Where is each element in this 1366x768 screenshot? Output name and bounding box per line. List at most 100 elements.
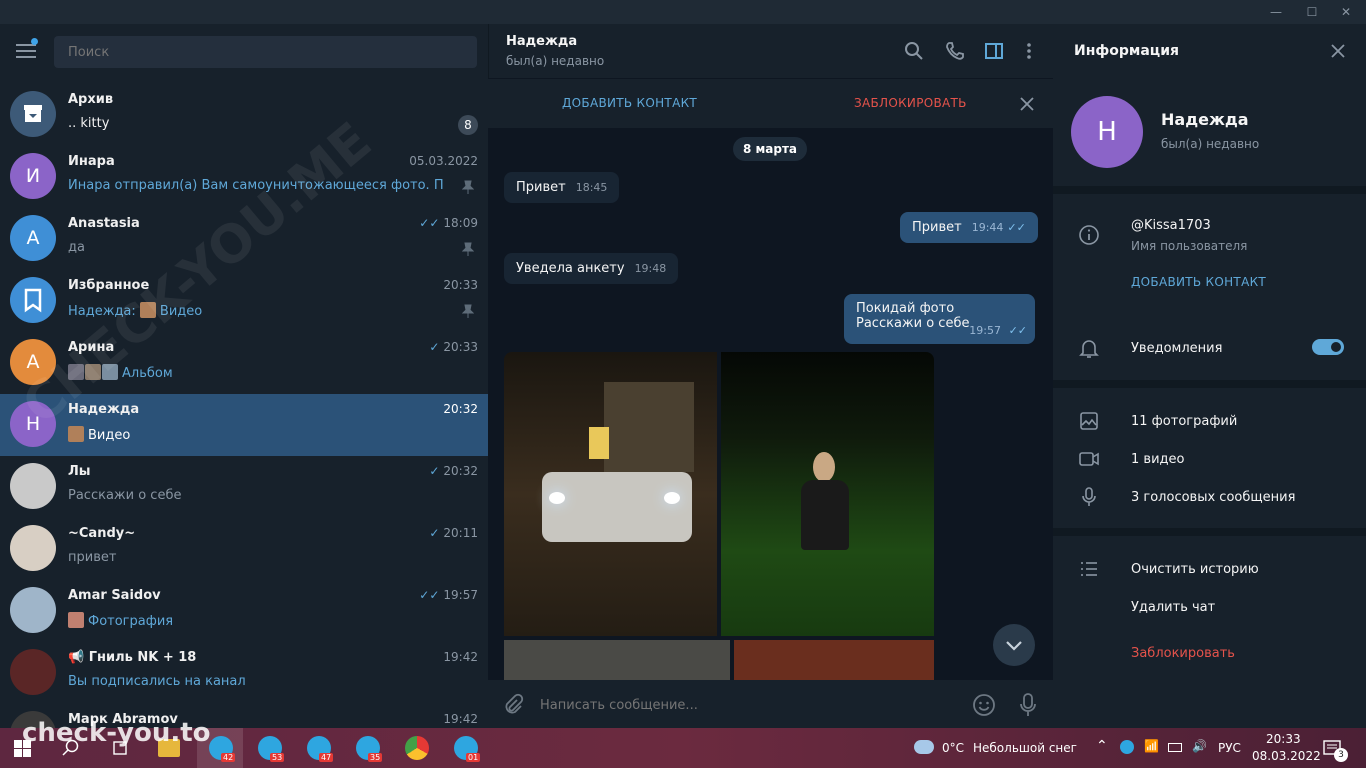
avatar: Н	[10, 401, 56, 447]
profile-status: был(а) недавно	[1161, 137, 1260, 151]
paperclip-icon[interactable]	[502, 693, 524, 715]
clock-date[interactable]: 08.03.2022	[1252, 749, 1321, 763]
list-icon	[1081, 562, 1097, 576]
close-icon[interactable]: ✕	[1326, 0, 1366, 24]
notifications-toggle[interactable]	[1312, 339, 1344, 355]
chat-pane: Надежда был(а) недавно ДОБАВИТЬ КОНТАКТ …	[488, 24, 1053, 728]
video-icon	[1079, 452, 1099, 466]
chat-item-archive[interactable]: Архив .. kitty 8	[0, 84, 488, 146]
language-indicator[interactable]: РУС	[1218, 741, 1241, 755]
car-shape	[542, 472, 692, 542]
video-thumb-icon	[68, 426, 84, 442]
chat-item-inara[interactable]: И Инара 05.03.2022 Инара отправил(а) Вам…	[0, 146, 488, 208]
scroll-down-button[interactable]	[993, 624, 1035, 666]
clock-time[interactable]: 20:33	[1266, 732, 1301, 746]
unread-badge: 8	[458, 115, 478, 135]
close-icon[interactable]	[1020, 97, 1034, 111]
weather-temp[interactable]: 0°C	[942, 741, 964, 755]
add-contact-button[interactable]: ДОБАВИТЬ КОНТАКТ	[562, 96, 697, 110]
chat-name: 📢 Гниль NK + 18	[68, 650, 197, 665]
video-thumb-icon	[139, 302, 156, 318]
album-thumb-icon	[68, 364, 84, 380]
chat-item-arina[interactable]: A Арина ✓ 20:33 Альбом	[0, 332, 488, 394]
phone-icon[interactable]	[945, 41, 965, 61]
microphone-icon[interactable]	[1018, 692, 1038, 718]
chat-item-channel[interactable]: 📢 Гниль NK + 18 19:42 Вы подписались на …	[0, 642, 488, 704]
avatar	[10, 525, 56, 571]
info-pane: Информация Н Надежда был(а) недавно @Kis…	[1053, 24, 1366, 728]
avatar	[10, 711, 56, 728]
chat-name: Amar Saidov	[68, 588, 161, 603]
search-icon[interactable]	[904, 41, 924, 61]
telegram-taskbar-app[interactable]: 01	[442, 728, 488, 768]
sidebar-toggle-icon[interactable]	[984, 41, 1004, 61]
dress-shape	[801, 480, 849, 550]
chat-time: 20:32	[443, 402, 478, 416]
chat-name: Марк Abramov	[68, 712, 178, 727]
contact-action-bar: ДОБАВИТЬ КОНТАКТ ЗАБЛОКИРОВАТЬ	[488, 78, 1053, 128]
album-photo[interactable]	[504, 640, 730, 680]
headlight-shape	[664, 492, 680, 504]
chat-item-ly[interactable]: Лы ✓ 20:32 Расскажи о себе	[0, 456, 488, 518]
add-contact-button[interactable]: ДОБАВИТЬ КОНТАКТ	[1131, 275, 1266, 289]
badge-count: 01	[466, 753, 481, 762]
search-icon[interactable]	[62, 739, 80, 757]
telegram-taskbar-app[interactable]: 47	[295, 728, 341, 768]
wifi-icon[interactable]: 📶	[1144, 739, 1159, 753]
chat-preview: Инара отправил(а) Вам самоуничтожающееся…	[68, 178, 444, 193]
clear-history-button[interactable]: Очистить историю	[1131, 562, 1259, 577]
date-separator: 8 марта	[733, 137, 807, 161]
chat-name: Лы	[68, 464, 91, 479]
telegram-tray-icon[interactable]	[1120, 740, 1134, 754]
message-time: 19:57	[969, 324, 1001, 337]
chat-item-candy[interactable]: ~Candy~ ✓ 20:11 привет	[0, 518, 488, 580]
task-view-icon[interactable]	[110, 739, 130, 757]
telegram-taskbar-app[interactable]: 35	[344, 728, 390, 768]
videos-count[interactable]: 1 видео	[1131, 452, 1184, 467]
avatar: A	[10, 339, 56, 385]
photos-count[interactable]: 11 фотографий	[1131, 414, 1237, 429]
delete-chat-button[interactable]: Удалить чат	[1131, 600, 1215, 615]
telegram-taskbar-app[interactable]: 53	[246, 728, 292, 768]
pin-icon	[462, 180, 474, 194]
chat-title[interactable]: Надежда	[506, 34, 577, 49]
album-photo[interactable]	[721, 352, 934, 636]
more-vertical-icon[interactable]	[1019, 41, 1039, 61]
chat-item-amar-saidov[interactable]: Amar Saidov ✓✓ 19:57 Фотография	[0, 580, 488, 642]
chat-item-saved-messages[interactable]: Избранное 20:33 Надежда: Видео	[0, 270, 488, 332]
message-outgoing: Привет 19:44 ✓✓	[900, 212, 1038, 243]
check-icon: ✓	[429, 464, 440, 478]
chat-preview: да	[68, 240, 85, 255]
weather-desc[interactable]: Небольшой снег	[973, 741, 1077, 755]
windows-start-icon[interactable]	[14, 740, 31, 757]
telegram-taskbar-app[interactable]: 42	[197, 728, 243, 768]
chrome-taskbar-app[interactable]	[393, 728, 439, 768]
block-user-button[interactable]: Заблокировать	[1131, 646, 1235, 661]
chat-name: Арина	[68, 340, 115, 355]
chevron-up-icon[interactable]: ⌃	[1096, 738, 1108, 754]
message-composer	[488, 680, 1053, 728]
search-row	[0, 24, 488, 84]
block-button[interactable]: ЗАБЛОКИРОВАТЬ	[854, 96, 967, 110]
message-text: Покидай фото	[856, 301, 955, 316]
close-icon[interactable]	[1331, 44, 1345, 58]
search-input[interactable]	[54, 36, 477, 68]
battery-icon[interactable]	[1168, 743, 1182, 752]
weather-cloud-icon[interactable]	[914, 740, 934, 754]
emoji-icon[interactable]	[972, 693, 996, 717]
album-photo[interactable]	[734, 640, 934, 680]
album-photo[interactable]	[504, 352, 717, 636]
avatar[interactable]: Н	[1071, 96, 1143, 168]
speaker-icon[interactable]: 🔊	[1192, 739, 1207, 753]
profile-name: Надежда	[1161, 110, 1249, 129]
chat-item-nadezhda[interactable]: Н Надежда 20:32 Видео	[0, 394, 488, 456]
chat-item-mark-abramov[interactable]: Марк Abramov 19:42	[0, 704, 488, 728]
file-explorer-icon[interactable]	[158, 739, 180, 757]
person-shape	[813, 452, 835, 482]
minimize-icon[interactable]: —	[1256, 0, 1296, 24]
chat-item-anastasia[interactable]: A Anastasia ✓✓ 18:09 да	[0, 208, 488, 270]
username[interactable]: @Kissa1703	[1131, 218, 1211, 233]
double-check-icon: ✓✓	[419, 216, 440, 230]
voice-count[interactable]: 3 голосовых сообщения	[1131, 490, 1295, 505]
message-input[interactable]	[540, 694, 940, 716]
